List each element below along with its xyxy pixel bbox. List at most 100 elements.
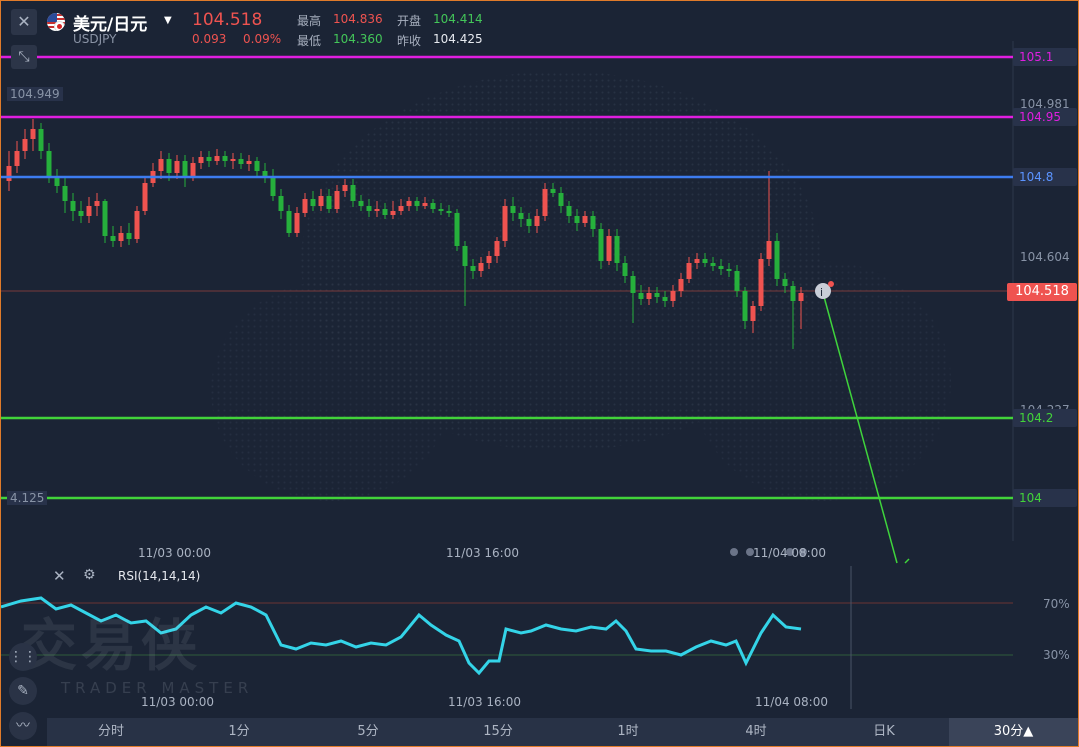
candle — [758, 259, 764, 306]
candle — [702, 259, 708, 263]
candle — [526, 219, 532, 226]
draw-pencil-icon[interactable]: ✎ — [9, 677, 37, 705]
currency-flag-icon — [47, 13, 65, 31]
scale-bottom-left: 4.125 — [7, 491, 48, 505]
candle — [502, 206, 508, 241]
tab-30min[interactable]: 30分▲ — [949, 718, 1078, 746]
candle — [78, 211, 84, 216]
candle — [326, 196, 332, 209]
candle — [598, 229, 604, 261]
candle — [158, 159, 164, 171]
candle — [726, 269, 732, 271]
candle — [454, 213, 460, 246]
chart-type-icon[interactable]: 〰 — [9, 712, 37, 740]
svg-text:i: i — [820, 286, 823, 299]
candle — [166, 159, 172, 173]
expand-icon[interactable]: ⤡ — [11, 45, 37, 69]
candle — [638, 293, 644, 299]
rsi-level-high: 70% — [1043, 597, 1070, 611]
candle — [94, 201, 100, 206]
candle — [742, 291, 748, 321]
candle — [214, 156, 220, 161]
candle — [406, 201, 412, 206]
low-label: 最低 — [297, 34, 322, 48]
tab-15min[interactable]: 15分 — [433, 718, 563, 746]
candle — [606, 236, 612, 261]
chart-window: i ✕ ⤡ 美元/日元 ▼ USDJPY 104.518 0.093 0.09%… — [0, 0, 1079, 747]
candle — [766, 241, 772, 259]
candle — [470, 266, 476, 271]
tab-daily[interactable]: 日K — [819, 718, 949, 746]
tab-5min[interactable]: 5分 — [303, 718, 433, 746]
candle — [566, 206, 572, 216]
indicator-tool-icon[interactable]: ⋮⋮ — [9, 643, 37, 671]
candle — [590, 216, 596, 229]
candle — [270, 176, 276, 196]
watermark-logo: 交易侠 — [21, 614, 201, 679]
candle — [38, 129, 44, 151]
timeframe-tabbar: 分时 1分 5分 15分 1时 4时 日K 30分▲ — [47, 718, 1078, 746]
tab-timeshare[interactable]: 分时 — [47, 718, 175, 746]
candle — [358, 201, 364, 206]
candle — [390, 211, 396, 215]
price-change: 0.093 — [192, 32, 227, 46]
candle — [382, 209, 388, 215]
time-label-3: 11/04 08:00 — [753, 546, 826, 560]
candle — [446, 211, 452, 213]
candle — [334, 191, 340, 209]
candle — [550, 189, 556, 193]
candle — [174, 161, 180, 173]
candle — [542, 189, 548, 216]
candle — [694, 259, 700, 263]
candle — [254, 161, 260, 171]
candle — [686, 263, 692, 279]
candle — [206, 157, 212, 161]
candle — [494, 241, 500, 256]
candle — [286, 211, 292, 233]
candle — [430, 203, 436, 209]
candle — [798, 293, 804, 301]
current-price-badge: 104.518 — [1007, 283, 1077, 301]
close-button[interactable]: ✕ — [11, 9, 37, 35]
candle — [22, 139, 28, 151]
candle — [662, 297, 668, 301]
candle — [118, 233, 124, 241]
candle — [558, 193, 564, 206]
scale-label-2: 104.604 — [1020, 250, 1070, 264]
candle — [222, 156, 228, 161]
candle — [182, 161, 188, 177]
candle — [350, 185, 356, 201]
candle — [630, 276, 636, 293]
open-label: 开盘 — [397, 14, 422, 28]
candle — [70, 201, 76, 211]
rsi-label: RSI(14,14,14) — [118, 569, 201, 583]
candle — [422, 203, 428, 206]
candle — [614, 236, 620, 263]
candle — [198, 157, 204, 163]
gear-icon[interactable]: ⚙ — [83, 567, 96, 583]
tab-1hour[interactable]: 1时 — [563, 718, 693, 746]
candle — [302, 199, 308, 213]
candle — [710, 263, 716, 266]
tab-4hour[interactable]: 4时 — [693, 718, 819, 746]
candle — [478, 263, 484, 271]
candle — [318, 196, 324, 206]
candle — [718, 266, 724, 269]
candle — [238, 159, 244, 164]
chevron-down-icon[interactable]: ▼ — [164, 15, 172, 26]
close-indicator-icon[interactable]: ✕ — [53, 567, 66, 585]
symbol-code: USDJPY — [73, 32, 117, 46]
tab-1min[interactable]: 1分 — [175, 718, 303, 746]
candle — [262, 171, 268, 176]
candle — [190, 163, 196, 177]
candle — [622, 263, 628, 276]
last-price: 104.518 — [192, 10, 263, 30]
scale-top-left: 104.949 — [7, 87, 63, 101]
candle — [134, 211, 140, 239]
level-tag-104-2: 104.2 — [1013, 409, 1077, 427]
candle — [230, 159, 236, 161]
candle — [342, 185, 348, 191]
candle — [510, 206, 516, 213]
candle — [582, 216, 588, 223]
candle — [246, 161, 252, 164]
